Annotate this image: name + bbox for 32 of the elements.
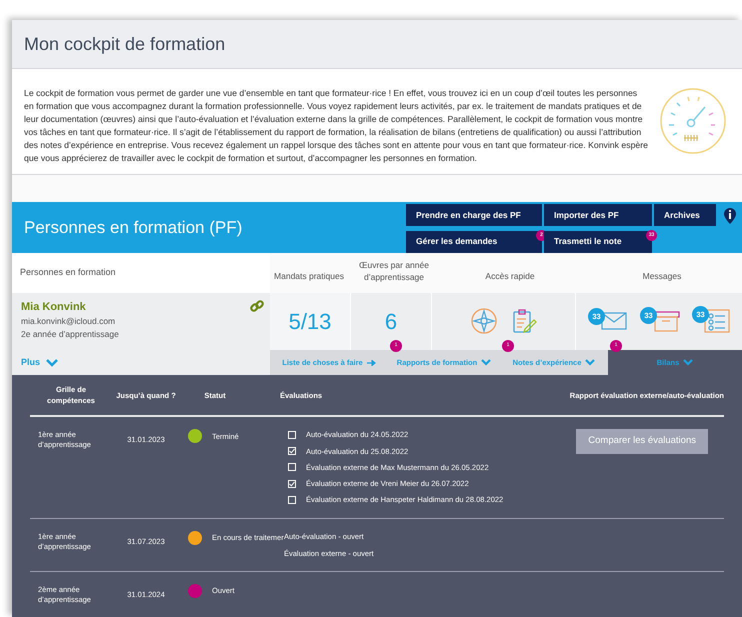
compare-button[interactable]: Comparer les évaluations (576, 429, 708, 454)
checkbox[interactable] (288, 480, 296, 488)
person-name[interactable]: Mia Konvink (21, 298, 86, 316)
link-icon[interactable] (250, 298, 264, 313)
action-button[interactable]: Prendre en charge des PF (406, 204, 542, 226)
speedometer-icon (659, 87, 727, 156)
checkbox[interactable] (288, 430, 296, 439)
chevron-down-icon (683, 359, 694, 366)
column-header: Accès rapide (485, 270, 535, 281)
checkbox[interactable] (288, 447, 296, 456)
arrow-right-icon (366, 360, 376, 366)
checkbox[interactable] (288, 496, 296, 504)
chevron-down-icon (585, 359, 596, 366)
intro-paragraph: Le cockpit de formation vous permet de garder une vue d’ensemble en tant que formateur·rice ! En effet, vous trouvez ici en un coup d’œil toutes les personnes en formation que vous accompagnez durant la formation professionnelle. Vous voyez rapidement leurs activités, par ex. le traitement de mandats pratiques et de leur documentation (œuvres) ainsi que l’auto-évaluation et l’évaluation externe dans la grille de compétences. Parallèlement, le cockpit de formation vous montre vos tâches en tant que formateur·rice. Il s’agit de l’établissement du rapport de formation, la réalisation de bilans (entretiens de qualification) ou aussi l’attribution des notes d’expérience en entreprise. Vous recevez également un rappel lorsque des tâches sont en attente pour vous en tant que formateur·rice. Konvink espère que vous apprécierez de travailler avec le cockpit de formation et surtout, d’accompagner les personnes en formation. (24, 87, 649, 166)
action-button[interactable]: Archives (654, 204, 716, 226)
column-header: Personnes en formation (20, 266, 116, 279)
chevron-down-icon (481, 359, 492, 366)
column-header: Œuvres par année d’apprentissage (359, 260, 429, 282)
checkbox[interactable] (288, 463, 296, 472)
chevron-down-icon (46, 358, 58, 367)
column-header: Messages (642, 270, 682, 281)
works-count[interactable]: 6 (384, 304, 398, 338)
person-year: 2e année d’apprentissage (21, 328, 120, 341)
checklist-icon[interactable] (704, 309, 730, 334)
info-icon[interactable] (724, 208, 736, 224)
column-header: Mandats pratiques (274, 270, 344, 281)
page-title: Mon cockpit de formation (24, 32, 226, 56)
action-button[interactable]: Importer des PF (544, 204, 652, 226)
more-button[interactable]: Plus (21, 356, 58, 370)
person-email: mia.konvink@icloud.com (21, 315, 116, 328)
section-title: Personnes en formation (PF) (24, 216, 244, 238)
clipboard-icon[interactable] (510, 308, 536, 334)
